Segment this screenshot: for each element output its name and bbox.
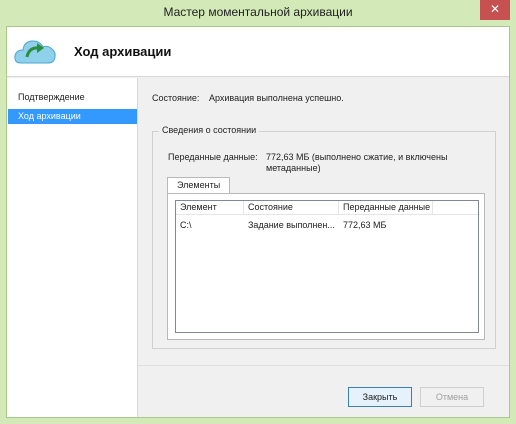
- transferred-data-value: 772,63 МБ (выполнено сжатие, и включены …: [266, 152, 448, 173]
- close-button[interactable]: Закрыть: [348, 387, 412, 407]
- backup-wizard-window: Мастер моментальной архивации ✕ Ход архи…: [0, 0, 516, 424]
- cancel-button: Отмена: [420, 387, 484, 407]
- column-header-transferred[interactable]: Переданные данные: [339, 201, 433, 215]
- items-list-header: Элемент Состояние Переданные данные: [176, 201, 478, 215]
- cell-item: C:\: [180, 220, 192, 230]
- window-title: Мастер моментальной архивации: [163, 5, 353, 19]
- tab-items[interactable]: Элементы: [167, 177, 231, 194]
- cell-transferred: 772,63 МБ: [343, 220, 387, 230]
- column-header-item[interactable]: Элемент: [176, 201, 244, 215]
- title-bar[interactable]: Мастер моментальной архивации ✕: [0, 0, 516, 26]
- sidebar-item-confirmation[interactable]: Подтверждение: [8, 90, 137, 105]
- status-label: Состояние:: [152, 93, 200, 103]
- wizard-button-bar: Закрыть Отмена: [138, 365, 509, 417]
- items-tab-panel: Элемент Состояние Переданные данные C:\ …: [167, 193, 485, 340]
- column-header-state[interactable]: Состояние: [244, 201, 339, 215]
- items-list[interactable]: Элемент Состояние Переданные данные C:\ …: [175, 200, 479, 333]
- wizard-header: Ход архивации: [7, 27, 509, 77]
- status-details-group: Сведения о состоянии Переданные данные: …: [152, 125, 496, 349]
- status-value: Архивация выполнена успешно.: [209, 93, 344, 103]
- transferred-data-label: Переданные данные:: [168, 152, 258, 162]
- close-icon: ✕: [489, 2, 501, 16]
- page-title: Ход архивации: [74, 44, 172, 59]
- cell-state: Задание выполнен...: [248, 220, 335, 230]
- status-details-legend: Сведения о состоянии: [159, 125, 260, 135]
- wizard-steps-sidebar: Подтверждение Ход архивации: [7, 78, 138, 417]
- wizard-content: Ход архивации Подтверждение Ход архиваци…: [6, 26, 510, 418]
- close-window-button[interactable]: ✕: [480, 0, 510, 20]
- cloud-backup-icon: [14, 40, 56, 64]
- sidebar-item-backup-progress[interactable]: Ход архивации: [8, 109, 137, 124]
